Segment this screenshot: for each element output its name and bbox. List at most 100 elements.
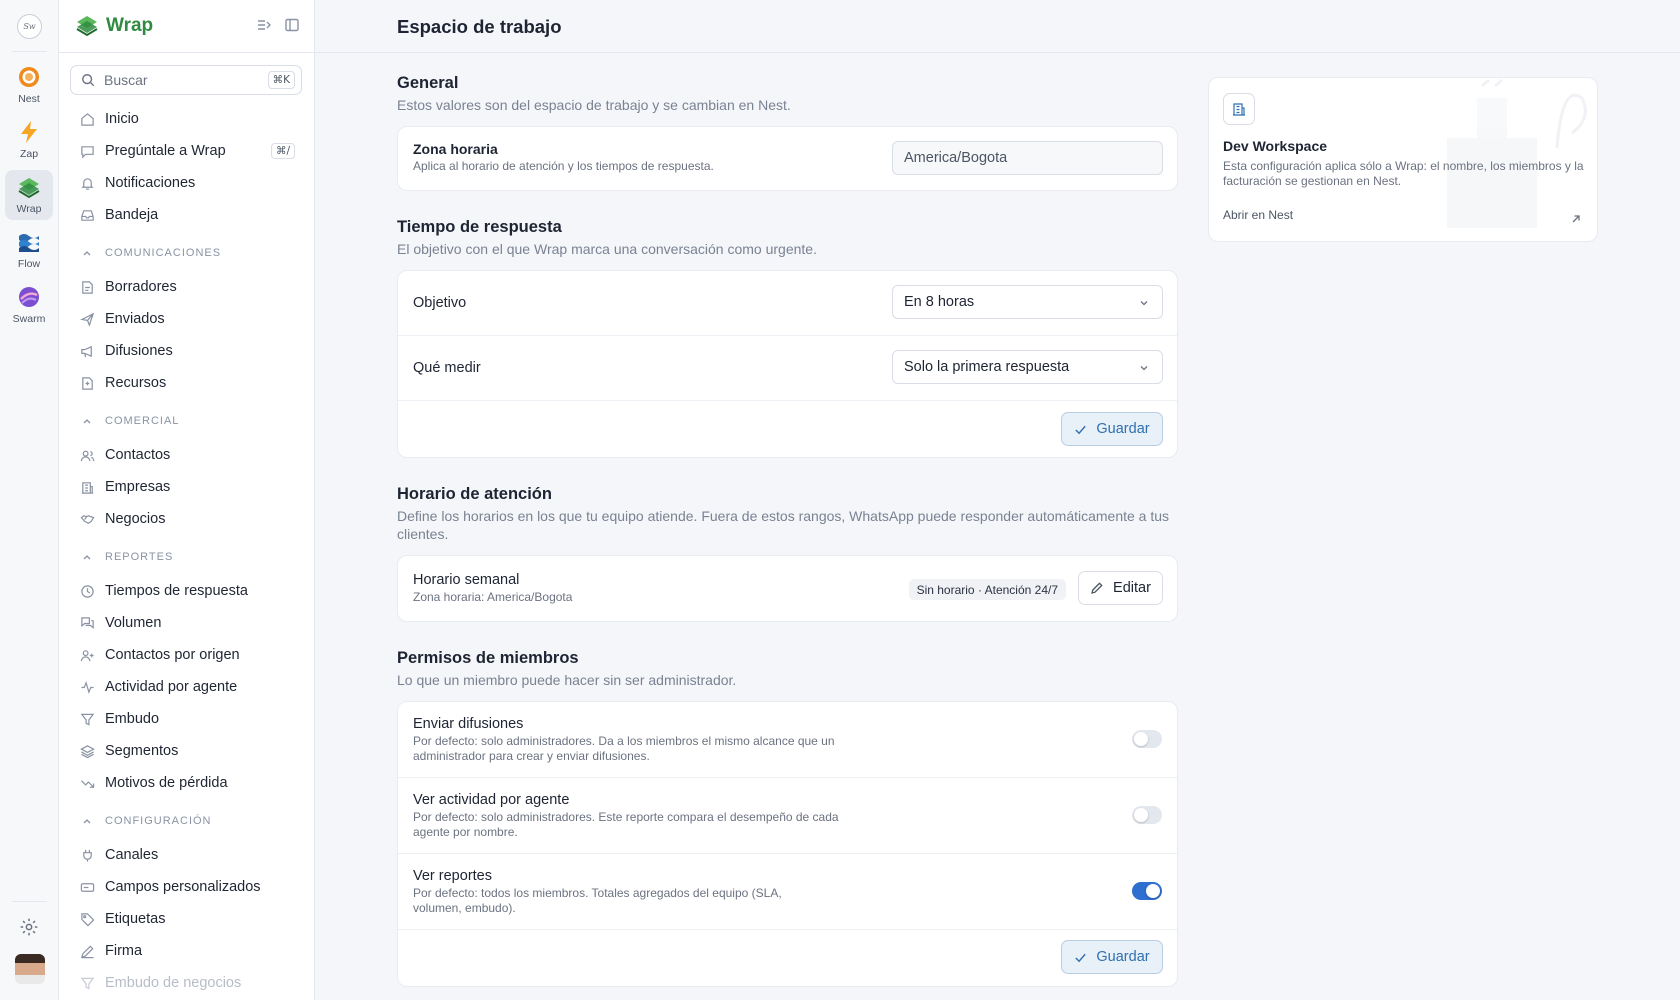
layers-icon: [80, 744, 95, 759]
sidebar-item-firma[interactable]: Firma: [59, 935, 314, 967]
rail-app-nest[interactable]: Nest: [5, 60, 53, 110]
sidebar-item-empresas[interactable]: Empresas: [59, 471, 314, 503]
toggle-enviar-difusiones[interactable]: [1132, 730, 1162, 748]
tag-icon: [80, 912, 95, 927]
workspace-building-icon: [1223, 93, 1255, 125]
ask-shortcut: ⌘/: [270, 143, 295, 159]
sidebar-item-label: Tiempos de respuesta: [105, 583, 248, 599]
page-title: Espacio de trabajo: [397, 16, 562, 37]
sidebar-item-label: Negocios: [105, 511, 166, 527]
sidebar-item-label: Borradores: [105, 279, 177, 295]
section-comunicaciones[interactable]: COMUNICACIONES: [59, 235, 314, 271]
sidebar-item-segmentos[interactable]: Segmentos: [59, 735, 314, 767]
sidebar-item-preguntale[interactable]: Pregúntale a Wrap ⌘/: [59, 135, 314, 167]
rail-app-swarm[interactable]: Swarm: [5, 280, 53, 330]
sidebar-item-volumen[interactable]: Volumen: [59, 607, 314, 639]
section-reportes[interactable]: REPORTES: [59, 539, 314, 575]
goal-row: Objetivo En 8 horas: [398, 271, 1177, 336]
chevron-up-icon: [81, 415, 93, 427]
sidebar-item-embudo[interactable]: Embudo: [59, 703, 314, 735]
permission-row: Enviar difusiones Por defecto: solo admi…: [398, 702, 1177, 778]
chevron-up-icon: [81, 815, 93, 827]
handshake-icon: [80, 512, 95, 527]
form-field-icon: [80, 880, 95, 895]
zap-icon: [16, 119, 42, 145]
rail-app-flow[interactable]: Flow: [5, 225, 53, 275]
sidebar-item-notificaciones[interactable]: Notificaciones: [59, 167, 314, 199]
sidebar-item-contactos[interactable]: Contactos: [59, 439, 314, 471]
toggle-knob: [1134, 732, 1148, 746]
sidebar-toggle-icon[interactable]: [284, 17, 300, 33]
measure-select[interactable]: Solo la primera respuesta: [892, 350, 1163, 384]
sidebar-header: Wrap: [59, 0, 314, 53]
search-input[interactable]: [104, 72, 254, 88]
sidebar-item-borradores[interactable]: Borradores: [59, 271, 314, 303]
sidebar-item-label: Enviados: [105, 311, 165, 327]
open-in-nest-link[interactable]: Abrir en Nest: [1223, 208, 1293, 222]
section-title: Tiempo de respuesta: [397, 218, 562, 236]
permissions-card: Enviar difusiones Por defecto: solo admi…: [397, 701, 1178, 987]
workspace-desc: Esta configuración aplica sólo a Wrap: e…: [1223, 159, 1584, 188]
sidebar-item-label: Contactos: [105, 447, 171, 463]
sidebar-item-label: Inicio: [105, 111, 139, 127]
sidebar-item-difusiones[interactable]: Difusiones: [59, 335, 314, 367]
rail-app-label: Wrap: [16, 203, 42, 215]
permissions-save-button[interactable]: Guardar: [1061, 940, 1163, 974]
flow-icon: [16, 229, 42, 255]
permissions-actions-row: Guardar: [398, 930, 1177, 986]
sidebar-item-etiquetas[interactable]: Etiquetas: [59, 903, 314, 935]
wrap-icon: [16, 174, 42, 200]
building-icon: [80, 480, 95, 495]
sidebar-nav: Inicio Pregúntale a Wrap ⌘/ Notificacion…: [59, 103, 314, 999]
megaphone-icon: [80, 344, 95, 359]
response-section: Tiempo de respuesta El objetivo con el q…: [397, 218, 1178, 458]
sidebar-item-canales[interactable]: Canales: [59, 839, 314, 871]
sidebar-item-negocios[interactable]: Negocios: [59, 503, 314, 535]
sidebar-item-contactos-por-origen[interactable]: Contactos por origen: [59, 639, 314, 671]
toggle-ver-reportes[interactable]: [1132, 882, 1162, 900]
trend-down-icon: [80, 776, 95, 791]
pen-icon: [80, 944, 95, 959]
sidebar-item-campos-personalizados[interactable]: Campos personalizados: [59, 871, 314, 903]
section-configuracion[interactable]: CONFIGURACIÓN: [59, 803, 314, 839]
permission-label: Ver reportes: [413, 868, 492, 884]
inbox-icon: [80, 208, 95, 223]
sidebar-item-embudo-de-negocios[interactable]: Embudo de negocios: [59, 967, 314, 999]
permission-row: Ver reportes Por defecto: todos los miem…: [398, 854, 1177, 930]
sidebar-item-inicio[interactable]: Inicio: [59, 103, 314, 135]
response-save-button[interactable]: Guardar: [1061, 412, 1163, 446]
search-box[interactable]: ⌘K: [70, 65, 302, 95]
edit-label: Editar: [1113, 580, 1151, 596]
rail-app-wrap[interactable]: Wrap: [5, 170, 53, 220]
sidebar-item-actividad-por-agente[interactable]: Actividad por agente: [59, 671, 314, 703]
toggle-ver-actividad-por-agente[interactable]: [1132, 806, 1162, 824]
avatar[interactable]: [15, 954, 45, 984]
section-comercial[interactable]: COMERCIAL: [59, 403, 314, 439]
chevron-down-icon: [1138, 297, 1150, 309]
sidebar-item-bandeja[interactable]: Bandeja: [59, 199, 314, 231]
swarm-icon: [16, 284, 42, 310]
section-title: General: [397, 74, 459, 92]
edit-hours-button[interactable]: Editar: [1078, 571, 1163, 605]
users-icon: [80, 448, 95, 463]
chevron-up-icon: [81, 551, 93, 563]
resources-icon: [80, 376, 95, 391]
org-logo[interactable]: Sw: [17, 14, 42, 39]
rail-app-zap[interactable]: Zap: [5, 115, 53, 165]
weekly-hours-row: Horario semanal Zona horaria: America/Bo…: [398, 556, 1177, 621]
goal-select[interactable]: En 8 horas: [892, 285, 1163, 319]
sidebar: Wrap ⌘K Inicio Pregúntale a Wrap ⌘/: [59, 0, 315, 1000]
sidebar-item-label: Campos personalizados: [105, 879, 261, 895]
external-arrow-icon[interactable]: [1571, 211, 1581, 223]
sidebar-item-enviados[interactable]: Enviados: [59, 303, 314, 335]
sidebar-item-label: Bandeja: [105, 207, 159, 223]
collapse-sections-icon[interactable]: [256, 17, 272, 33]
sidebar-item-recursos[interactable]: Recursos: [59, 367, 314, 399]
rail-app-label: Zap: [19, 148, 39, 160]
sidebar-item-tiempos-de-respuesta[interactable]: Tiempos de respuesta: [59, 575, 314, 607]
sidebar-item-motivos-de-perdida[interactable]: Motivos de pérdida: [59, 767, 314, 799]
pencil-icon: [1090, 581, 1104, 595]
section-title: Horario de atención: [397, 485, 552, 503]
gear-icon[interactable]: [19, 917, 41, 939]
general-card: Zona horaria Aplica al horario de atenci…: [397, 126, 1178, 191]
